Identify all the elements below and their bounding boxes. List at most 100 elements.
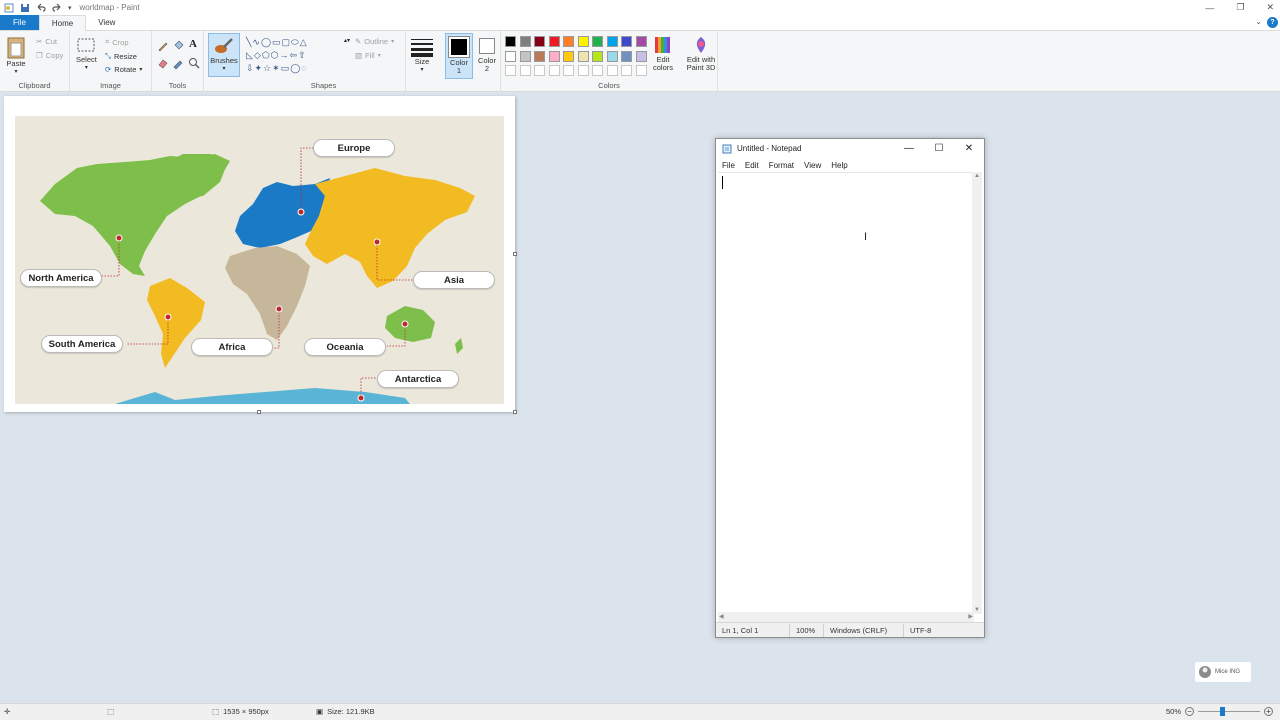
menu-edit[interactable]: Edit [745,161,759,170]
tab-home[interactable]: Home [38,15,87,31]
resize-handle-corner[interactable] [513,410,517,414]
scroll-down-icon[interactable]: ▼ [974,607,980,613]
palette-swatch[interactable] [621,36,632,47]
resize-handle-bottom[interactable] [257,410,261,414]
palette-swatch[interactable] [563,65,574,76]
select-button[interactable]: Select ▾ [76,37,97,71]
new-zealand-shape [455,338,463,354]
palette-swatch[interactable] [592,65,603,76]
notepad-close-icon[interactable]: ✕ [954,139,984,158]
redo-icon[interactable] [52,3,62,13]
rotate-button[interactable]: ⟳ Rotate ▾ [105,65,142,74]
menu-format[interactable]: Format [769,161,794,170]
notepad-maximize-icon[interactable]: ☐ [924,139,954,158]
notepad-vertical-scrollbar[interactable]: ▲ ▼ [972,172,982,614]
palette-swatch[interactable] [548,36,560,47]
tab-view[interactable]: View [86,15,127,30]
fill-button[interactable]: ▧ Fill ▾ [355,51,381,60]
eraser-icon[interactable] [157,57,169,69]
palette-swatch[interactable] [606,50,618,62]
customize-qa-dropdown[interactable]: ▾ [68,4,72,12]
notepad-minimize-icon[interactable]: — [894,139,924,158]
palette-swatch[interactable] [505,50,516,62]
notepad-horizontal-scrollbar[interactable]: ◀ ▶ [718,612,974,622]
rotate-icon: ⟳ [105,65,112,74]
copy-button[interactable]: ❐ Copy [36,51,63,60]
color-picker-icon[interactable] [172,57,184,69]
magnifier-icon[interactable] [188,57,200,69]
cursor-position-indicator: ✛ [4,707,10,716]
palette-swatch[interactable] [534,36,545,47]
resize-button[interactable]: ⤡ Resize [105,51,137,61]
palette-swatch[interactable] [505,36,516,47]
palette-swatch[interactable] [635,50,647,62]
outline-button[interactable]: ✎ Outline ▾ [355,37,394,46]
close-icon[interactable]: ✕ [1266,2,1274,13]
shapes-gallery[interactable]: ╲∿◯▭▢⬭△ ◺◇⬠⬡→⇦⇧ ⇩✦☆✶▭◯◌ [246,36,346,74]
palette-swatch[interactable] [592,50,603,62]
zoom-out-icon[interactable]: − [1185,707,1195,716]
outline-icon: ✎ [355,37,362,46]
fill-bucket-icon[interactable] [172,40,184,52]
zoom-slider-thumb[interactable] [1220,707,1226,716]
tab-file[interactable]: File [0,15,39,30]
world-map-svg [40,147,475,404]
brush-icon [215,38,233,53]
help-icon[interactable]: ? [1267,17,1278,28]
palette-swatch[interactable] [563,36,574,47]
palette-swatch[interactable] [534,65,545,76]
image-group: Select ▾ ⌗ Crop ⤡ Resize ⟳ Rotate ▾ Image [70,31,152,92]
scroll-left-icon[interactable]: ◀ [719,613,724,620]
resize-handle-right[interactable] [513,252,517,256]
zoom-in-icon[interactable]: + [1264,707,1274,716]
paint-canvas[interactable]: Europe North America Asia South America … [4,96,517,414]
minimize-icon[interactable]: — [1205,3,1214,13]
menu-file[interactable]: File [722,161,735,170]
color2-label: Color 2 [478,56,496,73]
scroll-up-icon[interactable]: ▲ [974,173,980,179]
palette-swatch[interactable] [635,65,647,76]
palette-swatch[interactable] [534,50,545,62]
palette-swatch[interactable] [519,36,531,47]
color2-button[interactable]: Color 2 [476,36,498,73]
palette-swatch[interactable] [548,50,560,62]
canvas-area[interactable]: Europe North America Asia South America … [0,92,1280,703]
notepad-window[interactable]: Untitled - Notepad — ☐ ✕ File Edit Forma… [715,138,985,638]
oceania-shape [385,306,435,342]
palette-swatch[interactable] [621,50,632,62]
scroll-right-icon[interactable]: ▶ [968,613,973,620]
notepad-text-area[interactable]: I [718,172,974,614]
text-tool-icon[interactable]: A [189,38,197,50]
shapes-scroll-icon[interactable]: ▴▾ [344,37,350,44]
undo-icon[interactable] [36,3,46,13]
menu-view[interactable]: View [804,161,821,170]
palette-swatch[interactable] [606,36,618,47]
palette-swatch[interactable] [621,65,632,76]
palette-swatch[interactable] [577,50,589,62]
palette-swatch[interactable] [563,50,574,62]
menu-help[interactable]: Help [831,161,847,170]
restore-icon[interactable]: ❐ [1236,2,1244,13]
palette-swatch[interactable] [635,36,647,47]
palette-swatch[interactable] [606,65,618,76]
pencil-icon[interactable] [157,40,169,52]
palette-swatch[interactable] [519,65,531,76]
cut-button[interactable]: ✂ Cut [36,37,57,46]
save-icon[interactable] [20,3,30,13]
size-button[interactable]: Size ▾ [410,37,434,73]
palette-swatch[interactable] [577,36,589,47]
palette-swatch[interactable] [592,36,603,47]
palette-swatch[interactable] [548,65,560,76]
fill-label: Fill [365,51,375,60]
palette-swatch[interactable] [505,65,516,76]
color1-button[interactable]: Color 1 [445,33,473,79]
edit-colors-button[interactable]: Edit colors [651,36,675,72]
palette-swatch[interactable] [577,65,589,76]
brushes-button[interactable]: Brushes ▾ [208,33,240,77]
palette-swatch[interactable] [519,50,531,62]
collapse-ribbon-icon[interactable]: ⌄ [1255,17,1262,26]
crop-button[interactable]: ⌗ Crop [105,37,129,47]
edit-with-paint3d-button[interactable]: Edit with Paint 3D [683,36,719,72]
paste-button[interactable]: Paste ▾ [6,35,26,75]
zoom-slider[interactable] [1198,707,1261,716]
